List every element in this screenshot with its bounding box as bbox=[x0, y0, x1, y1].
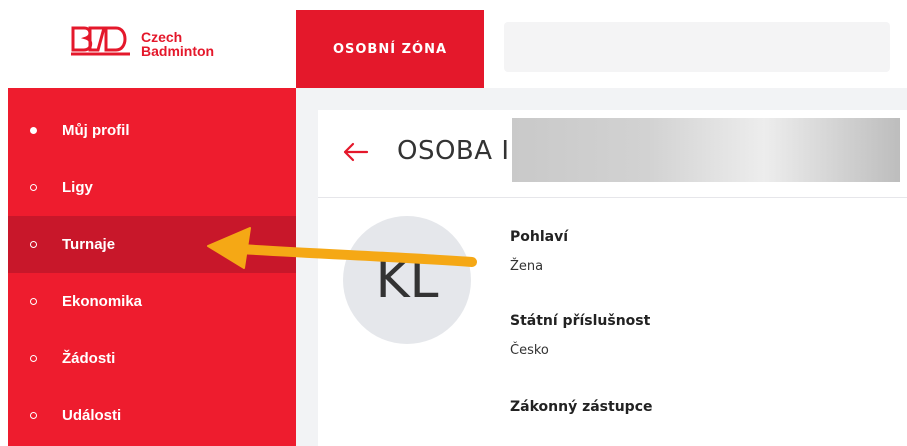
badminton-logo-icon bbox=[71, 26, 130, 56]
bullet-icon bbox=[30, 412, 37, 419]
sidebar-item-label: Žádosti bbox=[62, 350, 116, 367]
redacted-name bbox=[512, 118, 900, 182]
sidebar-item-turnaje[interactable]: Turnaje bbox=[8, 216, 296, 273]
brand-line2: Badminton bbox=[141, 43, 215, 59]
sidebar-item-udalosti[interactable]: Události bbox=[8, 387, 296, 444]
bullet-icon bbox=[30, 184, 37, 191]
sidebar-item-label: Turnaje bbox=[62, 236, 116, 253]
sidebar-item-ligy[interactable]: Ligy bbox=[8, 159, 296, 216]
brand-name: Czech Badminton bbox=[141, 30, 214, 58]
sidebar-item-label: Ligy bbox=[62, 179, 93, 196]
tab-osobni-zona[interactable]: OSOBNÍ ZÓNA bbox=[296, 10, 484, 88]
field-label-pohlavi: Pohlaví bbox=[510, 229, 569, 245]
bullet-icon bbox=[30, 355, 37, 362]
field-value-statni-prislusnost: Česko bbox=[510, 343, 549, 358]
brand-line1: Czech bbox=[141, 29, 183, 45]
field-label-zakonny-zastupce: Zákonný zástupce bbox=[510, 399, 653, 415]
sidebar-item-label: Ekonomika bbox=[62, 293, 143, 310]
bullet-icon bbox=[30, 127, 37, 134]
divider bbox=[318, 197, 907, 198]
sidebar-item-zadosti[interactable]: Žádosti bbox=[8, 330, 296, 387]
bullet-icon bbox=[30, 241, 37, 248]
sidebar-item-ekonomika[interactable]: Ekonomika bbox=[8, 273, 296, 330]
sidebar: Můj profil Ligy Turnaje Ekonomika Žádost… bbox=[8, 88, 296, 446]
avatar: KL bbox=[343, 216, 471, 344]
field-label-statni-prislusnost: Státní příslušnost bbox=[510, 313, 651, 329]
sidebar-item-label: Události bbox=[62, 407, 122, 424]
brand-logo[interactable]: Czech Badminton bbox=[0, 0, 296, 88]
bullet-icon bbox=[30, 298, 37, 305]
sidebar-item-muj-profil[interactable]: Můj profil bbox=[8, 102, 296, 159]
top-bar: Czech Badminton OSOBNÍ ZÓNA bbox=[0, 0, 907, 88]
arrow-left-icon[interactable] bbox=[341, 141, 371, 163]
field-value-pohlavi: Žena bbox=[510, 259, 544, 274]
redacted-topbar-area bbox=[504, 22, 890, 72]
sidebar-item-label: Můj profil bbox=[62, 122, 130, 139]
page-title: OSOBA I bbox=[397, 136, 510, 166]
